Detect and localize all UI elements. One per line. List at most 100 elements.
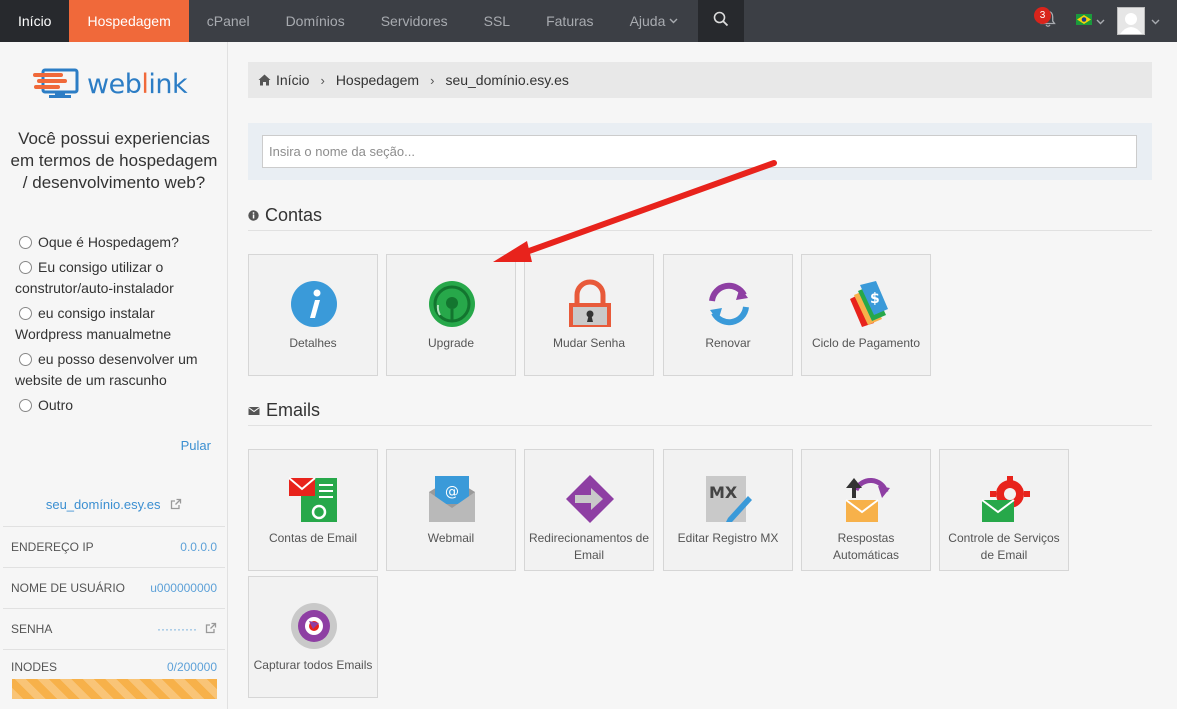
tile-label: Respostas Automáticas: [832, 531, 900, 562]
tile-mudar-senha[interactable]: Mudar Senha: [524, 254, 654, 376]
tile-editar-mx[interactable]: MX Editar Registro MX: [663, 449, 793, 571]
info-row-password: SENHA ··········: [3, 609, 225, 650]
user-menu[interactable]: [1112, 0, 1177, 42]
external-link-icon: [164, 497, 182, 512]
forward-icon: [566, 475, 614, 523]
domain-link-label: seu_domínio.esy.es: [45, 497, 161, 512]
svg-text:$: $: [870, 291, 880, 307]
info-row-ip: ENDEREÇO IP 0.0.0.0: [3, 527, 225, 568]
nav-dominios[interactable]: Domínios: [268, 0, 363, 42]
chevron-down-icon: [669, 16, 678, 27]
section-emails-label: Emails: [266, 400, 321, 420]
tile-redirecionamentos[interactable]: Redirecionamentos de Email: [524, 449, 654, 571]
section-search-panel: [248, 123, 1152, 180]
info-label: NOME DE USUÁRIO: [11, 581, 126, 595]
top-navbar: Início Hospedagem cPanel Domínios Servid…: [0, 0, 1177, 42]
nav-home[interactable]: Início: [0, 0, 70, 42]
info-label: ENDEREÇO IP: [11, 540, 94, 554]
account-info-table: ENDEREÇO IP 0.0.0.0 NOME DE USUÁRIO u000…: [3, 526, 225, 686]
tile-label: Redirecionamentos de Email: [528, 531, 650, 562]
skip-link[interactable]: Pular: [181, 438, 211, 453]
tile-respostas-automaticas[interactable]: Respostas Automáticas: [801, 449, 931, 571]
survey-option[interactable]: Oque é Hospedagem?: [15, 232, 220, 253]
section-search-input[interactable]: [262, 135, 1137, 168]
lock-icon: [569, 279, 611, 327]
tile-ciclo-pagamento[interactable]: $ Ciclo de Pagamento: [801, 254, 931, 376]
radio-button[interactable]: [19, 307, 32, 320]
nav-cpanel[interactable]: cPanel: [189, 0, 268, 42]
refresh-icon: [709, 282, 749, 326]
search-icon: [713, 11, 729, 32]
tile-contas-email[interactable]: Contas de Email: [248, 449, 378, 571]
nav-faturas[interactable]: Faturas: [528, 0, 611, 42]
survey-question: Você possui experiencias em termos de ho…: [10, 129, 218, 192]
home-icon: [258, 74, 271, 86]
tile-label: Mudar Senha: [552, 336, 626, 350]
search-button[interactable]: [698, 0, 745, 42]
radio-button[interactable]: [19, 261, 32, 274]
svg-text:MX: MX: [709, 483, 738, 502]
catch-all-icon: [291, 603, 337, 649]
info-row-username: NOME DE USUÁRIO u000000000: [3, 568, 225, 609]
section-contas-label: Contas: [265, 205, 323, 225]
external-link-icon[interactable]: [205, 622, 217, 637]
tile-controle-servicos-email[interactable]: Controle de Serviços de Email: [939, 449, 1069, 571]
mx-record-icon: MX: [706, 476, 752, 522]
avatar: [1117, 7, 1145, 35]
price-tags-icon: $: [850, 281, 888, 327]
notifications-button[interactable]: 3: [1028, 0, 1068, 42]
tile-upgrade[interactable]: Upgrade: [386, 254, 516, 376]
language-selector[interactable]: [1068, 0, 1112, 42]
nav-ssl[interactable]: SSL: [466, 0, 528, 42]
survey-option[interactable]: eu posso desenvolver um website de um ra…: [15, 349, 220, 391]
email-accounts-icon: [289, 477, 337, 522]
tile-webmail[interactable]: @ Webmail: [386, 449, 516, 571]
inodes-progress-bar: [12, 679, 217, 699]
info-label: SENHA: [11, 622, 53, 636]
logo[interactable]: weblink: [33, 64, 188, 105]
section-contas-title: Contas: [248, 203, 1152, 231]
tile-capturar-emails[interactable]: Capturar todos Emails: [248, 576, 378, 698]
tile-label: Upgrade: [427, 336, 475, 350]
tile-detalhes[interactable]: Detalhes: [248, 254, 378, 376]
chevron-down-icon: [1151, 12, 1160, 30]
autoresponder-icon: [845, 478, 890, 522]
tile-label: Capturar todos Emails: [253, 658, 373, 672]
survey-options: Oque é Hospedagem? Eu consigo utilizar o…: [15, 232, 220, 420]
chevron-down-icon: [1096, 12, 1105, 30]
tile-label: Controle de Serviços de Email: [948, 531, 1060, 562]
logo-text: weblink: [87, 69, 188, 100]
survey-option[interactable]: Outro: [15, 395, 220, 416]
survey-option-label: Eu consigo utilizar o construtor/auto-in…: [15, 259, 174, 296]
brazil-flag-icon: [1075, 12, 1092, 30]
survey-option[interactable]: eu consigo instalar Wordpress manualmetn…: [15, 303, 220, 345]
envelope-icon: [248, 406, 260, 416]
radio-button[interactable]: [19, 236, 32, 249]
info-value: 0/200000: [166, 660, 217, 674]
section-emails-title: Emails: [248, 398, 1152, 426]
weblink-logo-icon: [33, 64, 81, 105]
breadcrumb-hospedagem[interactable]: Hospedagem: [336, 72, 419, 88]
radio-button[interactable]: [19, 353, 32, 366]
tile-label: Ciclo de Pagamento: [811, 336, 921, 350]
nav-ajuda-label: Ajuda: [629, 13, 666, 29]
domain-link[interactable]: seu_domínio.esy.es: [0, 497, 228, 512]
survey-option-label: Outro: [38, 397, 74, 413]
notification-badge: 3: [1034, 7, 1051, 24]
tile-label: Detalhes: [289, 336, 337, 350]
nav-servidores[interactable]: Servidores: [363, 0, 466, 42]
info-value: u000000000: [150, 581, 217, 595]
tile-label: Contas de Email: [268, 531, 358, 545]
gauge-icon: [429, 281, 475, 327]
password-value: ··········: [157, 622, 197, 636]
info-circle-icon: [291, 281, 337, 327]
nav-ajuda[interactable]: Ajuda: [612, 0, 697, 42]
survey-option[interactable]: Eu consigo utilizar o construtor/auto-in…: [15, 257, 220, 299]
sidebar: weblink Você possui experiencias em term…: [0, 42, 228, 709]
breadcrumb-home[interactable]: Início: [276, 72, 309, 88]
nav-hospedagem[interactable]: Hospedagem: [69, 0, 189, 42]
tile-renovar[interactable]: Renovar: [663, 254, 793, 376]
breadcrumb-domain: seu_domínio.esy.es: [445, 72, 569, 88]
survey-option-label: eu consigo instalar Wordpress manualmetn…: [15, 305, 172, 342]
radio-button[interactable]: [19, 399, 32, 412]
